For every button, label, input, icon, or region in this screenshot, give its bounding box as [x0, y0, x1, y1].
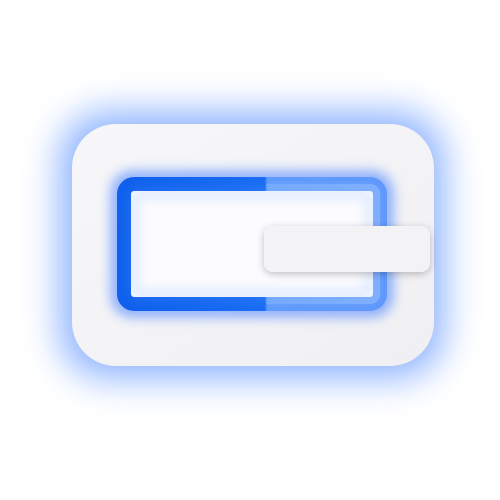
window-app-icon [60, 112, 444, 378]
overlay-tab [264, 226, 430, 272]
icon-stage [0, 0, 500, 500]
